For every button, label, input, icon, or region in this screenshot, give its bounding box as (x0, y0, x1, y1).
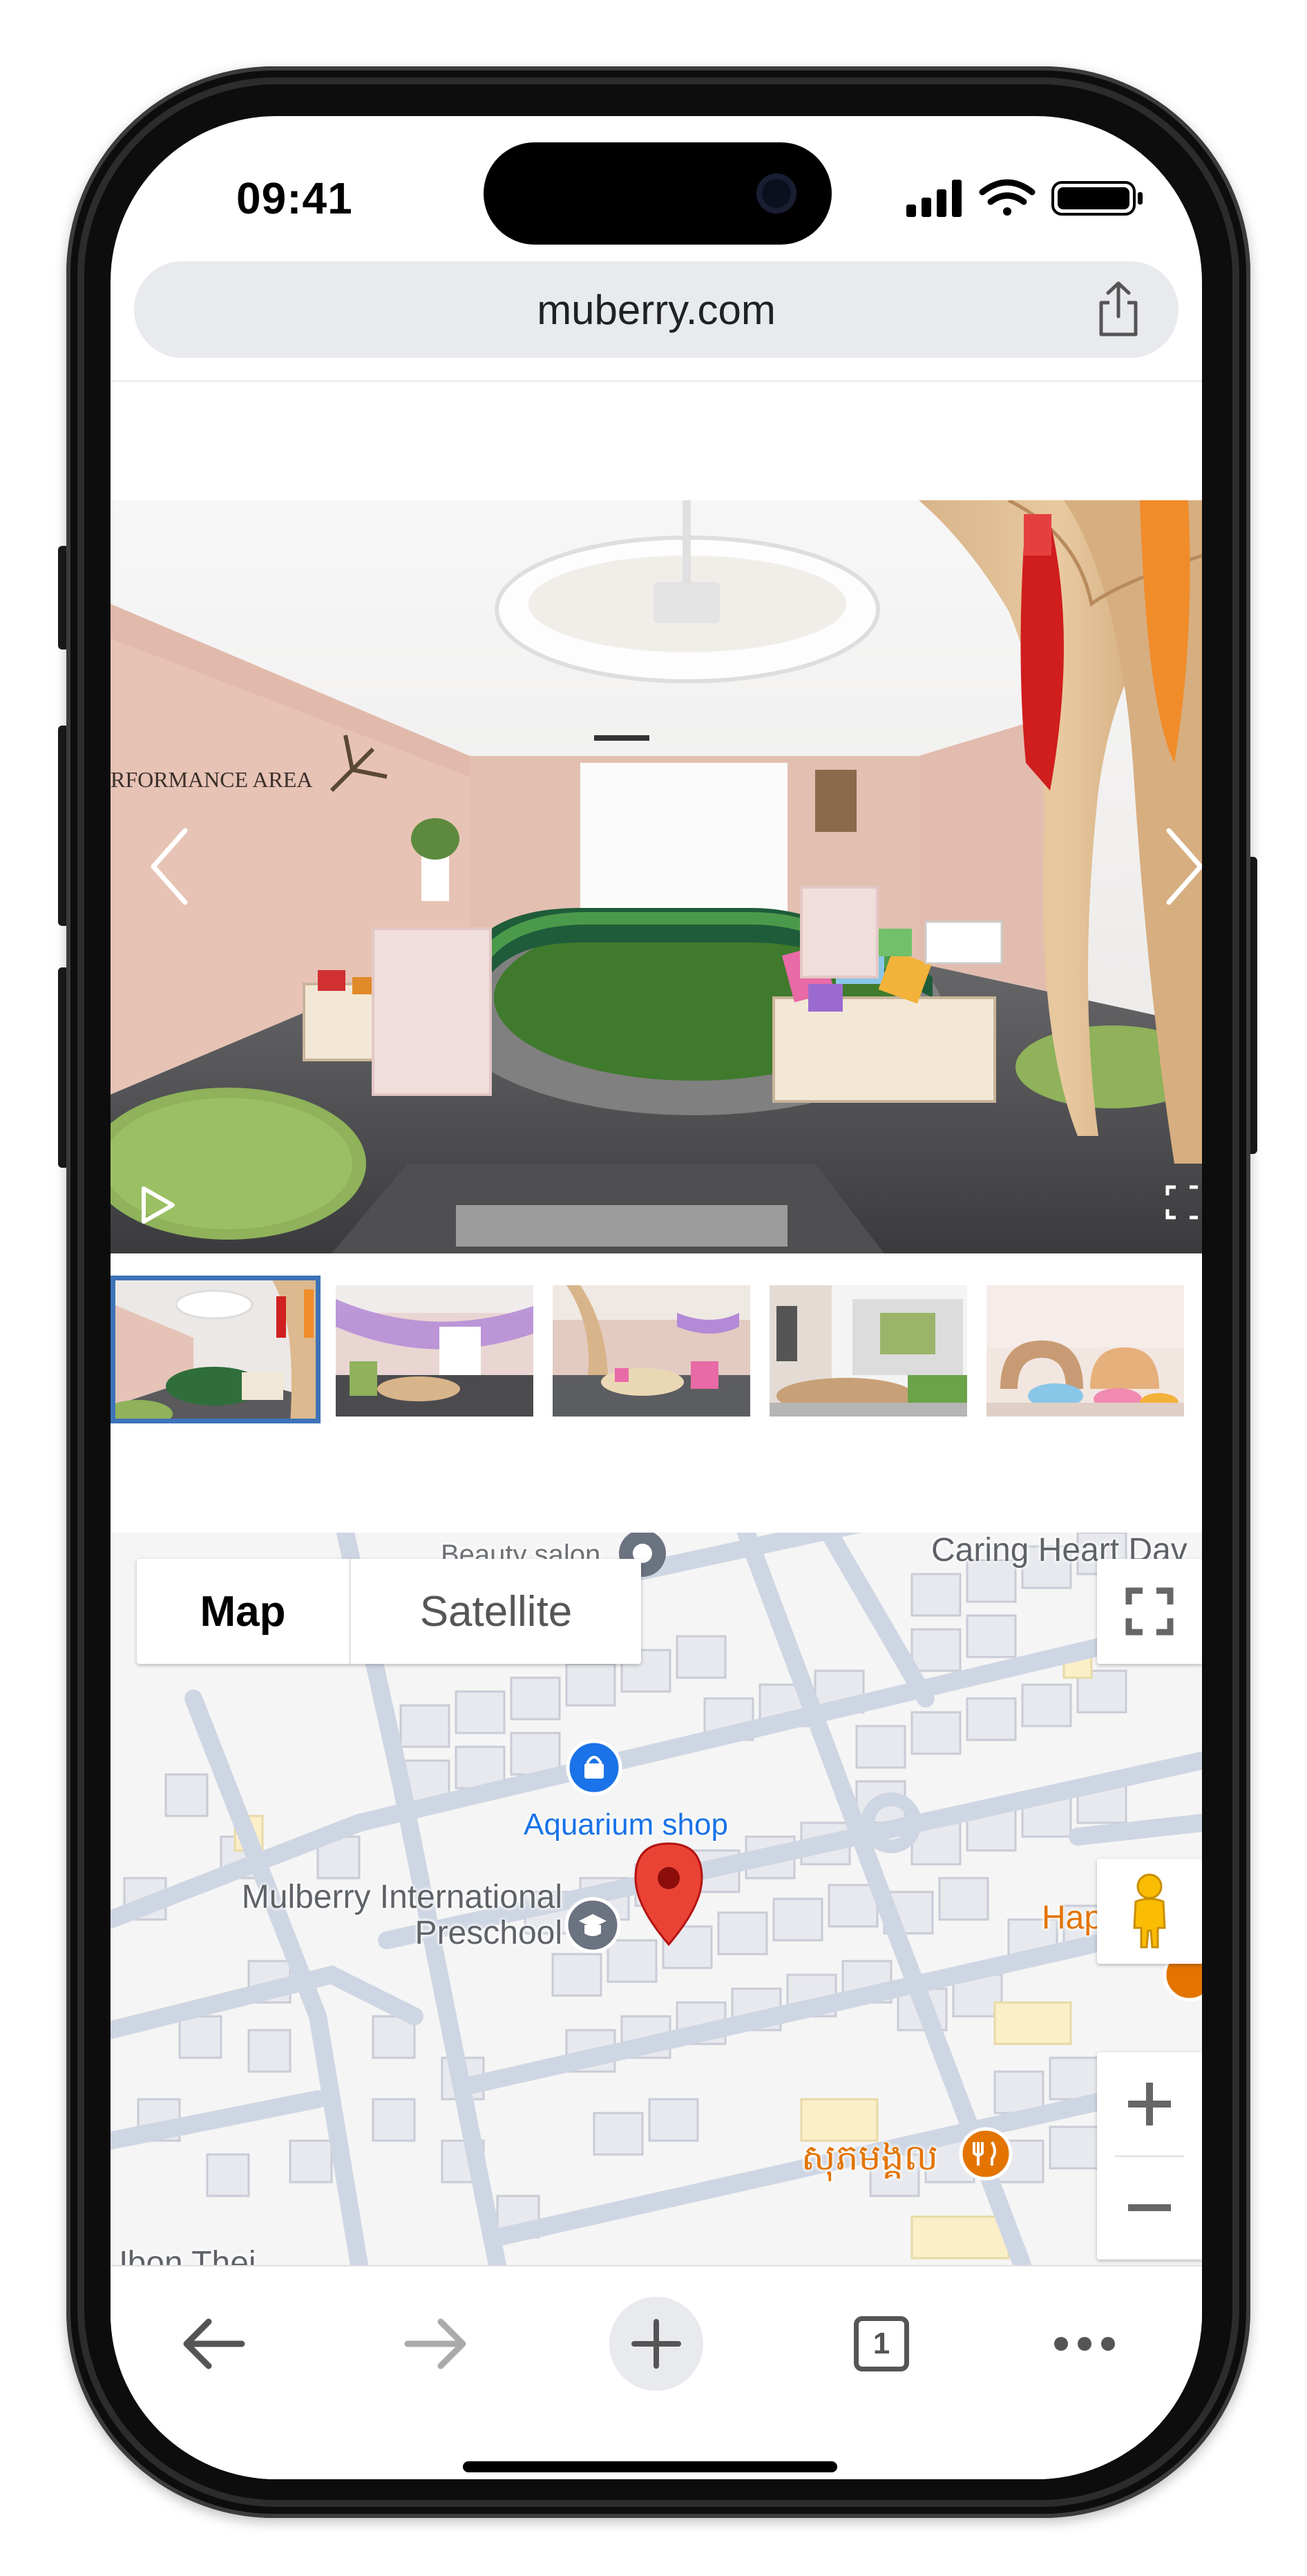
tab-switcher-button[interactable]: 1 (829, 2295, 926, 2392)
status-icons (905, 177, 1154, 218)
map-type-control: Map Satellite (137, 1559, 641, 1664)
battery-icon (1051, 181, 1143, 216)
status-time: 09:41 (236, 173, 353, 223)
new-tab-button[interactable] (608, 2295, 705, 2392)
home-indicator[interactable] (463, 2461, 837, 2472)
bottom-left-label: Ubon Thei (111, 2245, 256, 2265)
more-horizontal-icon[interactable] (1036, 2295, 1133, 2392)
chevron-right-icon[interactable] (1161, 825, 1202, 908)
fullscreen-icon (1125, 1587, 1174, 1636)
wifi-icon (979, 179, 1036, 216)
signal-icon (906, 180, 962, 217)
minus-icon (1128, 2204, 1171, 2211)
photo-gallery[interactable]: RFORMANCE AREA (111, 500, 1202, 1253)
play-icon[interactable] (138, 1184, 177, 1226)
browser-toolbar: 1 (111, 2265, 1202, 2479)
wall-sign-text: RFORMANCE AREA (111, 767, 313, 792)
thumbnail-4[interactable] (770, 1285, 967, 1417)
dynamic-island (484, 142, 832, 245)
preschool-label-line2: Preschool (414, 1915, 562, 1951)
pegman-icon (1133, 1873, 1166, 1949)
thumbnail-3[interactable] (553, 1285, 750, 1417)
preschool-pin[interactable] (564, 1897, 621, 1953)
tab-count: 1 (872, 2327, 890, 2360)
zoom-in-button[interactable] (1097, 2052, 1202, 2156)
arrow-right-icon[interactable] (387, 2295, 484, 2392)
preschool-label-line1: Mulberry International (241, 1879, 562, 1915)
thumbnail-2[interactable] (336, 1285, 533, 1417)
main-photo: RFORMANCE AREA (111, 500, 1202, 1253)
thumbnail-1[interactable] (111, 1276, 321, 1423)
share-icon[interactable] (1094, 281, 1143, 339)
fullscreen-icon[interactable] (1165, 1184, 1201, 1220)
phone-screen: 09:41 muberry.com RFORMANCE AREA Beauty … (111, 116, 1202, 2479)
map-fullscreen-button[interactable] (1097, 1559, 1202, 1664)
thumbnail-strip (111, 1271, 1202, 1423)
aquarium-shop-label: Aquarium shop (524, 1808, 728, 1841)
hap-label: Hap (1042, 1900, 1103, 1936)
divider (111, 380, 1202, 382)
zoom-out-button[interactable] (1097, 2156, 1202, 2260)
address-bar[interactable]: muberry.com (134, 261, 1179, 358)
chevron-left-icon[interactable] (145, 825, 193, 908)
plus-icon (1128, 2083, 1171, 2125)
restaurant-pin[interactable] (959, 2127, 1013, 2181)
khmer-restaurant-label: សុភមង្គល (801, 2138, 939, 2178)
map-type-map-button[interactable]: Map (137, 1559, 351, 1664)
street-view-pegman-button[interactable] (1097, 1859, 1202, 1964)
map-view[interactable]: Beauty salon Caring Heart Dav Aquarium s… (111, 1533, 1202, 2265)
thumbnail-5[interactable] (986, 1285, 1184, 1417)
map-type-satellite-button[interactable]: Satellite (351, 1559, 641, 1664)
url-text: muberry.com (537, 287, 776, 333)
zoom-control (1097, 2052, 1202, 2260)
aquarium-shop-pin[interactable] (566, 1739, 622, 1796)
arrow-left-icon[interactable] (166, 2295, 263, 2392)
